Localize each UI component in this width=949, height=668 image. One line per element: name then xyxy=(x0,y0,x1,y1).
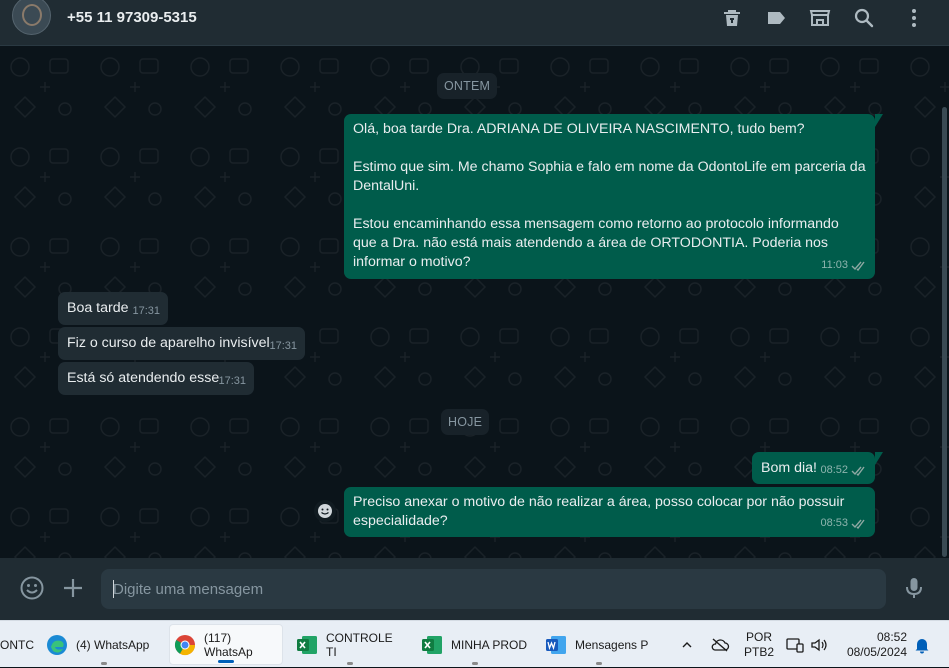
taskbar-item-label: (117) WhatsAp xyxy=(204,630,253,659)
tray-chevron-up-icon[interactable] xyxy=(680,621,694,668)
contact-name[interactable]: +55 11 97309-5315 xyxy=(67,9,197,26)
system-clock[interactable]: 08:52 08/05/2024 xyxy=(847,630,907,660)
date-separator-today: HOJE xyxy=(441,409,490,435)
text-caret xyxy=(113,580,114,598)
message-text: Preciso anexar o motivo de não realizar … xyxy=(353,494,849,529)
taskbar-item-label: Mensagens P xyxy=(575,637,649,652)
taskbar-item-edge-whatsapp[interactable]: (4) WhatsApp xyxy=(46,621,162,668)
archive-icon[interactable] xyxy=(720,6,744,30)
label-icon[interactable] xyxy=(764,6,788,30)
taskbar-running-indicator xyxy=(347,662,353,665)
chat-scrollbar[interactable] xyxy=(942,107,947,557)
message-list[interactable]: ONTEM Olá, boa tarde Dra. ADRIANA DE OLI… xyxy=(0,47,949,558)
word-icon xyxy=(546,635,566,654)
message-time: 17:31 xyxy=(132,305,160,317)
taskbar-item-label: CONTROLE TI xyxy=(326,630,393,659)
display-icon[interactable] xyxy=(786,621,804,668)
taskbar-item-excel-controle[interactable]: CONTROLE TI xyxy=(296,621,404,668)
message-incoming[interactable]: Boa tarde 17:31 xyxy=(58,292,168,325)
taskbar-item-label: ONTC xyxy=(0,637,34,652)
message-meta: 08:53 xyxy=(820,514,867,533)
message-time: 08:52 xyxy=(820,464,848,476)
taskbar-running-indicator xyxy=(472,662,478,665)
menu-icon[interactable] xyxy=(902,6,926,30)
avatar-image xyxy=(22,4,42,26)
message-meta: 17:31 xyxy=(218,372,246,391)
cloud-offline-icon[interactable] xyxy=(710,621,730,668)
windows-taskbar: ONTC (4) WhatsApp (117) WhatsAp CONTROLE… xyxy=(0,620,949,667)
notification-bell-icon[interactable] xyxy=(913,621,931,668)
taskbar-active-indicator xyxy=(218,660,234,663)
double-check-icon xyxy=(851,519,865,529)
message-meta: 08:52 xyxy=(820,461,867,480)
store-icon[interactable] xyxy=(808,6,832,30)
message-input[interactable] xyxy=(101,569,886,609)
message-incoming[interactable]: Fiz o curso de aparelho invisível 17:31 xyxy=(58,327,305,360)
input-language[interactable]: POR PTB2 xyxy=(744,630,774,660)
message-outgoing[interactable]: Bom dia! 08:52 xyxy=(752,452,883,484)
excel-icon xyxy=(422,635,442,654)
excel-icon xyxy=(297,635,317,654)
taskbar-item-word-mensagens[interactable]: Mensagens P xyxy=(545,621,653,668)
taskbar-item-excel-minha-prod[interactable]: MINHA PROD xyxy=(421,621,529,668)
taskbar-item-chrome-whatsapp[interactable]: (117) WhatsAp xyxy=(169,624,283,665)
message-meta: 11:03 xyxy=(821,256,867,275)
message-text: Fiz o curso de aparelho invisível xyxy=(67,335,270,351)
taskbar-item-label: MINHA PROD xyxy=(451,637,528,652)
plus-icon[interactable] xyxy=(60,575,86,601)
chrome-icon xyxy=(174,634,196,655)
message-outgoing[interactable]: Preciso anexar o motivo de não realizar … xyxy=(344,487,875,537)
double-check-icon xyxy=(851,466,865,476)
message-text: Olá, boa tarde Dra. ADRIANA DE OLIVEIRA … xyxy=(353,121,866,270)
avatar[interactable] xyxy=(12,0,51,35)
message-time: 08:53 xyxy=(820,517,848,529)
taskbar-running-indicator xyxy=(101,662,107,665)
message-time: 11:03 xyxy=(821,259,848,271)
search-icon[interactable] xyxy=(852,6,876,30)
emoji-icon[interactable] xyxy=(19,575,45,601)
message-time: 17:31 xyxy=(269,340,297,352)
chat-header: +55 11 97309-5315 xyxy=(0,0,949,46)
edge-icon xyxy=(47,634,67,655)
double-check-icon xyxy=(851,261,865,271)
taskbar-item-ontc[interactable]: ONTC xyxy=(0,621,36,668)
taskbar-item-label: (4) WhatsApp xyxy=(76,637,150,652)
message-meta: 17:31 xyxy=(132,302,160,321)
microphone-icon[interactable] xyxy=(901,575,927,601)
bubble-tail xyxy=(875,452,883,465)
message-meta: 17:31 xyxy=(269,337,297,356)
react-emoji-icon[interactable] xyxy=(314,500,336,522)
message-time: 17:31 xyxy=(218,375,246,387)
taskbar-running-indicator xyxy=(596,662,602,665)
volume-icon[interactable] xyxy=(810,621,828,668)
message-composer xyxy=(0,558,949,620)
date-separator-yesterday: ONTEM xyxy=(437,73,498,99)
language-code: POR xyxy=(746,630,773,644)
message-outgoing[interactable]: Olá, boa tarde Dra. ADRIANA DE OLIVEIRA … xyxy=(344,114,883,279)
whatsapp-window: +55 11 97309-5315 ONTEM Olá, boa tarde D… xyxy=(0,0,949,667)
message-incoming[interactable]: Está só atendendo esse 17:31 xyxy=(58,362,254,395)
clock-time: 08:52 xyxy=(876,630,907,644)
keyboard-layout: PTB2 xyxy=(744,645,775,659)
clock-date: 08/05/2024 xyxy=(846,645,907,659)
bubble-tail xyxy=(875,114,883,127)
